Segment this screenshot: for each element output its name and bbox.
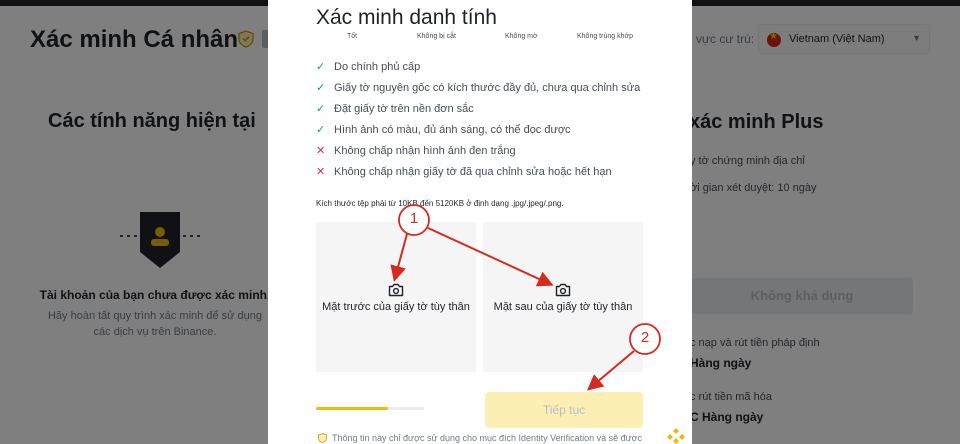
- requirement-text: Hình ảnh có màu, đủ ánh sáng, có thể đọc…: [334, 124, 571, 136]
- requirement-item: ✓ Giấy tờ nguyên gốc có kích thước đầy đủ…: [316, 81, 686, 102]
- back-id-label: Mặt sau của giấy tờ tùy thân: [493, 301, 633, 313]
- progress-bar: [316, 407, 424, 410]
- requirement-text: Không chấp nhận giấy tờ đã qua chỉnh sửa…: [334, 166, 612, 178]
- cross-icon: ✕: [316, 166, 326, 178]
- example-label-not-blurry: Không mờ: [505, 33, 538, 40]
- privacy-note: Thông tin này chỉ được sử dụng cho mục đ…: [318, 433, 642, 443]
- requirement-text: Do chính phủ cấp: [334, 61, 421, 73]
- back-id-upload[interactable]: Mặt sau của giấy tờ tùy thân: [483, 222, 643, 372]
- file-size-note: Kích thước tệp phải từ 10KB đến 5120KB ở…: [316, 199, 564, 208]
- example-label-good: Tốt: [347, 33, 358, 40]
- front-id-upload[interactable]: Mặt trước của giấy tờ tùy thân: [316, 222, 476, 372]
- camera-icon: [555, 283, 571, 297]
- requirement-item: ✓ Hình ảnh có màu, đủ ánh sáng, có thể đọ…: [316, 123, 686, 144]
- cross-icon: ✕: [316, 145, 326, 157]
- annotation-number-2: 2: [640, 329, 650, 346]
- modal-title: Xác minh danh tính: [316, 6, 497, 29]
- requirement-item: ✓ Do chính phủ cấp: [316, 60, 686, 81]
- example-label-no-glare: Không trùng khớp: [577, 33, 633, 40]
- front-id-label: Mặt trước của giấy tờ tùy thân: [322, 301, 470, 313]
- requirement-text: Giấy tờ nguyên gốc có kích thước đầy đủ,…: [334, 82, 641, 94]
- privacy-note-text: Thông tin này chỉ được sử dụng cho mục đ…: [332, 433, 643, 443]
- check-icon: ✓: [316, 124, 326, 136]
- requirement-item: ✕ Không chấp nhận hình ảnh đen trắng: [316, 144, 686, 165]
- camera-icon: [388, 283, 404, 297]
- continue-button[interactable]: Tiếp tục: [485, 392, 643, 428]
- requirement-item: ✕ Không chấp nhận giấy tờ đã qua chỉnh sử…: [316, 165, 686, 186]
- shield-icon: [318, 433, 327, 443]
- requirement-text: Không chấp nhận hình ảnh đen trắng: [334, 145, 516, 157]
- requirements-list: ✓ Do chính phủ cấp ✓ Giấy tờ nguyên gốc có …: [316, 60, 686, 186]
- check-icon: ✓: [316, 103, 326, 115]
- binance-logo-icon: [667, 428, 685, 444]
- check-icon: ✓: [316, 61, 326, 73]
- requirement-text: Đặt giấy tờ trên nền đơn sắc: [334, 103, 474, 115]
- identity-verification-modal: Xác minh danh tính Tốt Không bị cắt Khôn…: [268, 0, 692, 444]
- example-label-not-cropped: Không bị cắt: [417, 33, 456, 40]
- check-icon: ✓: [316, 82, 326, 94]
- progress-fill: [316, 407, 389, 410]
- requirement-item: ✓ Đặt giấy tờ trên nền đơn sắc: [316, 102, 686, 123]
- annotation-number-1: 1: [409, 210, 419, 227]
